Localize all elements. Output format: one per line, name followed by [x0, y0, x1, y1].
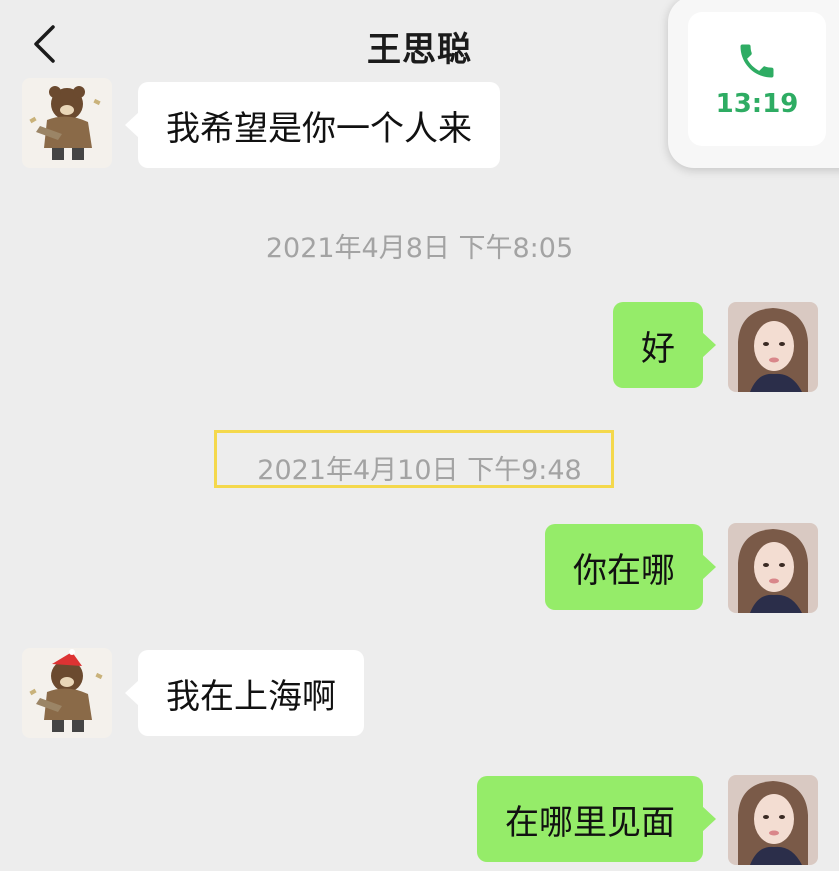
timestamp-highlighted: 2021年4月10日 下午9:48 [257, 455, 582, 486]
message-text: 好 [641, 328, 675, 369]
message-text: 你在哪 [573, 550, 675, 591]
timestamp: 2021年4月8日 下午8:05 [265, 233, 574, 264]
girl-avatar-image [728, 775, 818, 865]
floating-call-window[interactable]: 13:19 [668, 0, 839, 168]
contact-avatar[interactable] [22, 648, 112, 738]
my-avatar[interactable] [728, 523, 818, 613]
message-text: 我希望是你一个人来 [166, 108, 472, 149]
outgoing-message[interactable]: 你在哪 [545, 524, 716, 610]
message-text: 在哪里见面 [505, 802, 675, 843]
outgoing-message[interactable]: 好 [613, 302, 716, 388]
my-avatar[interactable] [728, 302, 818, 392]
girl-avatar-image [728, 523, 818, 613]
bear-avatar-image [22, 78, 112, 168]
phone-icon [740, 44, 774, 78]
call-duration: 13:19 [715, 89, 799, 119]
incoming-message[interactable]: 我在上海啊 [125, 650, 364, 736]
call-widget-button[interactable]: 13:19 [688, 12, 826, 146]
girl-avatar-image [728, 302, 818, 392]
my-avatar[interactable] [728, 775, 818, 865]
message-text: 我在上海啊 [166, 676, 336, 717]
incoming-message[interactable]: 我希望是你一个人来 [125, 82, 500, 168]
bear-avatar-image [22, 648, 112, 738]
contact-avatar[interactable] [22, 78, 112, 168]
outgoing-message[interactable]: 在哪里见面 [477, 776, 716, 862]
